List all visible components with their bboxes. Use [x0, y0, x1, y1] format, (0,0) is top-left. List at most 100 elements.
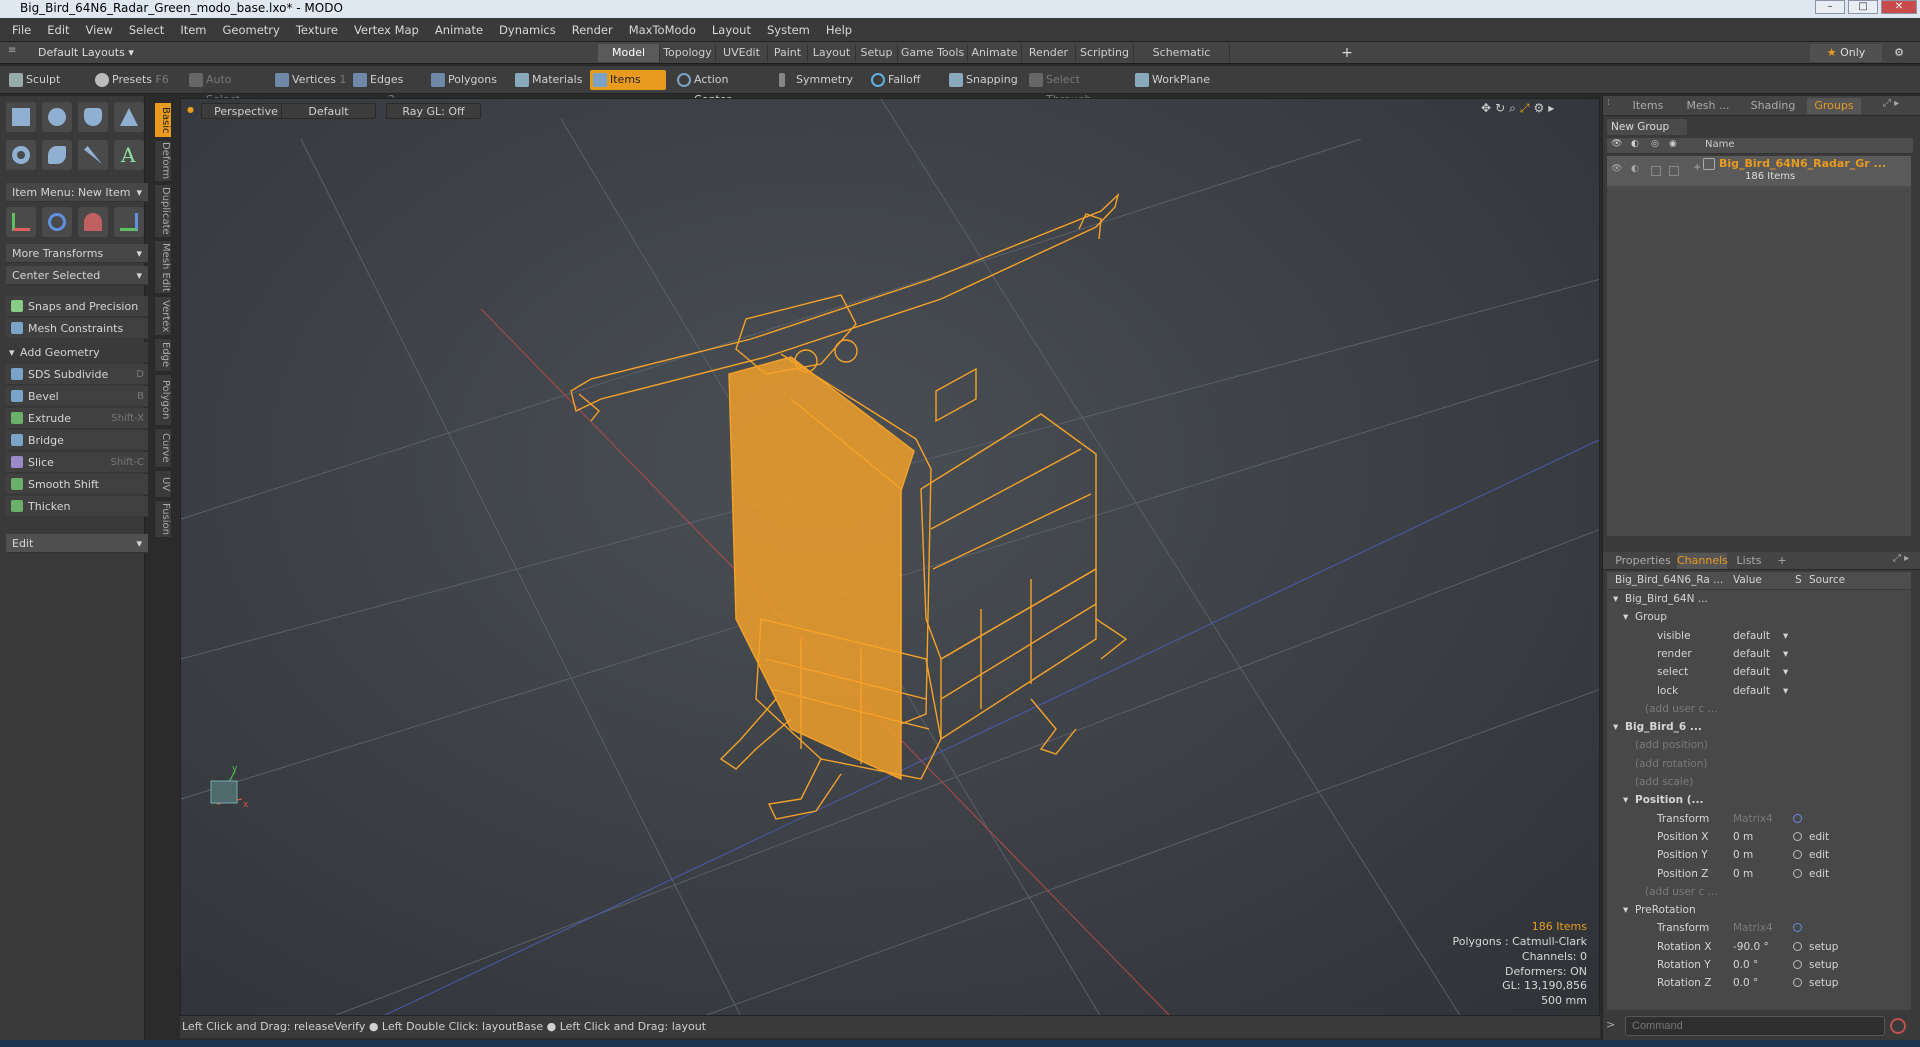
layout-tab-uvedit[interactable]: UVEdit — [716, 44, 768, 62]
vtab-mesh-edit[interactable]: Mesh Edit — [154, 240, 172, 294]
channel-row[interactable]: Big_Bird_6 ... ▾ — [1607, 718, 1913, 736]
capsule-primitive-button[interactable] — [42, 140, 72, 170]
channel-row[interactable]: Transform Matrix4 — [1607, 919, 1913, 937]
cube-primitive-button[interactable] — [6, 102, 36, 132]
panel-tab-shading[interactable]: Shading — [1745, 98, 1801, 114]
channel-value[interactable]: 0.0 ° — [1733, 956, 1791, 974]
group-render-icon[interactable]: ◐ — [1631, 164, 1639, 174]
workplane-button[interactable]: WorkPlane — [1132, 70, 1214, 90]
channel-state-icon[interactable] — [1793, 941, 1802, 951]
pen-tool-button[interactable] — [78, 140, 108, 170]
layout-tab-layout[interactable]: Layout — [808, 44, 856, 62]
channel-state-icon[interactable] — [1793, 923, 1802, 933]
vtab-curve[interactable]: Curve — [154, 428, 172, 468]
vtab-vertex[interactable]: Vertex — [154, 296, 172, 336]
channel-row[interactable]: Position X0 m edit — [1607, 828, 1913, 846]
menu-system[interactable]: System — [759, 18, 818, 42]
tool-slice-button[interactable]: Slice Shift-C — [6, 452, 148, 473]
new-group-button[interactable]: New Group — [1607, 119, 1687, 135]
edit-dropdown[interactable]: Edit ▾ — [6, 534, 148, 553]
menu-view[interactable]: View — [78, 18, 121, 42]
cone-primitive-button[interactable] — [114, 102, 144, 132]
symmetry-button[interactable]: Symmetry — [776, 70, 856, 90]
channel-row[interactable]: select default ▾ — [1607, 663, 1913, 681]
layout-tab-setup[interactable]: Setup — [856, 44, 898, 62]
group-lock-checkbox[interactable] — [1651, 166, 1661, 176]
vtab-deform[interactable]: Deform — [154, 140, 172, 182]
menu-geometry[interactable]: Geometry — [215, 18, 288, 42]
expand-arrow-icon[interactable]: ▾ — [1623, 901, 1628, 919]
text-tool-button[interactable]: A — [114, 140, 144, 170]
channel-row[interactable]: Group ▾ — [1607, 608, 1913, 626]
close-button[interactable]: ✕ — [1881, 0, 1917, 14]
menu-item[interactable]: Item — [172, 18, 214, 42]
channel-value[interactable]: -90.0 ° — [1733, 938, 1791, 956]
gear-icon[interactable]: ⚙ — [1890, 44, 1908, 62]
vtab-edge[interactable]: Edge — [154, 338, 172, 372]
item-menu-dropdown[interactable]: Item Menu: New Item ▾ — [6, 183, 148, 202]
center-selected-dropdown[interactable]: Center Selected ▾ — [6, 266, 148, 285]
chevron-down-icon[interactable]: ▾ — [1783, 645, 1788, 663]
snapping-button[interactable]: Snapping — [946, 70, 1026, 90]
action-center-button[interactable]: Action Center — [674, 70, 766, 106]
panel-tab-lists[interactable]: Lists — [1729, 553, 1769, 569]
tool-bevel-button[interactable]: Bevel B — [6, 386, 148, 407]
tool-sds-subdivide-button[interactable]: SDS Subdivide D — [6, 364, 148, 385]
3d-viewport[interactable]: ● Perspective Default Ray GL: Off ✥↻⌕⤢⚙▸ — [180, 98, 1600, 1016]
menu-vertex-map[interactable]: Vertex Map — [346, 18, 427, 42]
channel-row[interactable]: Position Y0 m edit — [1607, 846, 1913, 864]
add-layout-button[interactable]: + — [1337, 44, 1357, 62]
vtab-uv[interactable]: UV — [154, 470, 172, 498]
channel-row[interactable]: (add user c ... — [1607, 883, 1913, 901]
sphere-primitive-button[interactable] — [42, 102, 72, 132]
only-toggle[interactable]: ★ Only — [1810, 44, 1882, 62]
channel-state-icon[interactable] — [1793, 813, 1802, 823]
expand-icon[interactable]: + — [1693, 162, 1701, 173]
lock-column-icon[interactable]: ◎ — [1651, 139, 1659, 149]
channel-row[interactable]: Position Z0 m edit — [1607, 865, 1913, 883]
panel-tab-channels[interactable]: Channels — [1677, 553, 1728, 569]
channel-row[interactable]: render default ▾ — [1607, 645, 1913, 663]
channel-state-icon[interactable] — [1793, 978, 1802, 988]
vtab-basic[interactable]: Basic — [154, 102, 172, 138]
menu-select[interactable]: Select — [121, 18, 172, 42]
polygons-button[interactable]: Polygons — [428, 70, 504, 90]
group-visibility-icon[interactable]: 👁 — [1611, 164, 1622, 174]
expand-arrow-icon[interactable]: ▾ — [1623, 791, 1628, 809]
channel-row[interactable]: Rotation Z 0.0 ° setup — [1607, 974, 1913, 992]
menu-layout[interactable]: Layout — [704, 18, 759, 42]
select-through-button[interactable]: Select Through — [1026, 70, 1126, 106]
cylinder-primitive-button[interactable] — [78, 102, 108, 132]
panel-options-icon[interactable]: ⤢ ▸ — [1893, 553, 1909, 564]
group-row[interactable]: 👁 ◐ + Big_Bird_64N6_Radar_Gr ... 186 Ite… — [1607, 156, 1913, 186]
chevron-down-icon[interactable]: ▾ — [1783, 663, 1788, 681]
menu-texture[interactable]: Texture — [288, 18, 346, 42]
panel-tab-properties[interactable]: Properties — [1611, 553, 1675, 569]
move-tool-button[interactable] — [6, 207, 36, 237]
torus-primitive-button[interactable] — [6, 140, 36, 170]
falloff-button[interactable]: Falloff — [868, 70, 936, 90]
more-transforms-dropdown[interactable]: More Transforms ▾ — [6, 244, 148, 263]
channel-row[interactable]: Rotation X -90.0 ° setup — [1607, 938, 1913, 956]
menu-animate[interactable]: Animate — [427, 18, 491, 42]
channel-value[interactable]: 0 m — [1733, 846, 1791, 864]
tool-smooth-shift-button[interactable]: Smooth Shift — [6, 474, 148, 495]
layout-tab-scripting[interactable]: Scripting — [1076, 44, 1134, 62]
layout-tab-topology[interactable]: Topology — [660, 44, 716, 62]
layout-tab-render[interactable]: Render — [1022, 44, 1076, 62]
menu-help[interactable]: Help — [818, 18, 860, 42]
chevron-down-icon[interactable]: ▾ — [1783, 682, 1788, 700]
render-column-icon[interactable]: ◐ — [1631, 139, 1639, 149]
mesh-constraints-button[interactable]: Mesh Constraints — [6, 318, 148, 339]
channel-row[interactable]: Position (... ▾ — [1607, 791, 1913, 809]
menu-edit[interactable]: Edit — [39, 18, 77, 42]
add-geometry-header[interactable]: ▾ Add Geometry — [6, 342, 148, 363]
menu-render[interactable]: Render — [564, 18, 621, 42]
record-icon[interactable] — [1890, 1018, 1906, 1034]
expand-arrow-icon[interactable]: ▾ — [1623, 608, 1628, 626]
channel-value[interactable]: 0 m — [1733, 865, 1791, 883]
vtab-polygon[interactable]: Polygon — [154, 374, 172, 426]
sculpt-button[interactable]: Sculpt — [6, 70, 86, 90]
panel-tab-mesh-[interactable]: Mesh ... — [1677, 98, 1739, 114]
channel-row[interactable]: PreRotation ▾ — [1607, 901, 1913, 919]
